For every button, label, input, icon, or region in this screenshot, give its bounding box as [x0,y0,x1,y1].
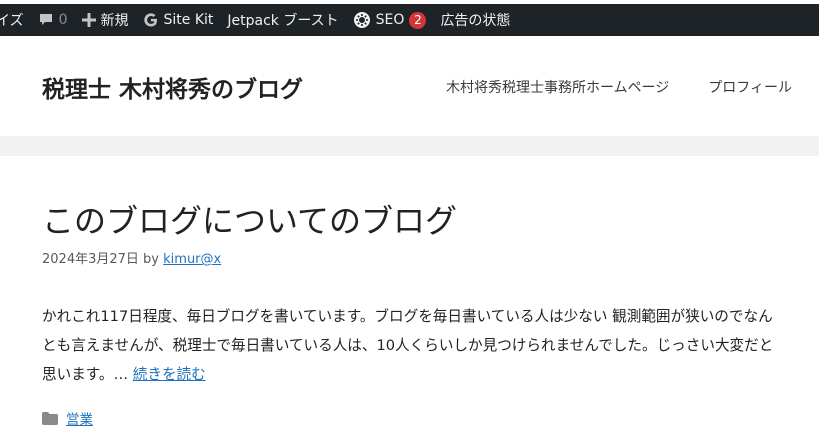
post-author-link[interactable]: kimur@x [163,252,221,267]
primary-nav: 木村将秀税理士事務所ホームページ プロフィール [446,77,792,97]
admin-sitekit[interactable]: Site Kit [136,4,221,36]
site-header: 税理士 木村将秀のブログ 木村将秀税理士事務所ホームページ プロフィール [0,36,819,136]
post-meta: 2024年3月27日 by kimur@x [42,248,221,267]
admin-new-label: 新規 [100,13,129,29]
post-excerpt: かれこれ117日程度、毎日ブログを書いています。ブログを毎日書いている人は少ない… [42,302,782,389]
admin-customize[interactable]: イズ [0,4,31,36]
site-title[interactable]: 税理士 木村将秀のブログ [42,70,303,104]
google-g-icon [143,12,159,28]
nav-item-office-home[interactable]: 木村将秀税理士事務所ホームページ [446,77,669,97]
admin-new[interactable]: 新規 [75,4,136,36]
category-link[interactable]: 営業 [66,408,93,428]
admin-sitekit-label: Site Kit [163,12,214,28]
post-title[interactable]: このブログについてのブログ [42,196,457,242]
admin-bar: イズ 0 新規 Site Kit Jetpack ブースト SEO 2 広告の状… [0,4,819,36]
read-more-link[interactable]: 続きを読む [133,366,206,383]
admin-ad-status[interactable]: 広告の状態 [433,4,517,36]
admin-comments[interactable]: 0 [31,4,75,36]
admin-seo[interactable]: SEO 2 [346,4,434,36]
plus-icon [81,13,96,27]
post-date[interactable]: 2024年3月27日 [42,252,139,267]
comment-icon [38,12,54,28]
post-article: このブログについてのブログ 2024年3月27日 by kimur@x かれこれ… [0,156,819,448]
admin-jetpack-label: Jetpack ブースト [227,13,339,29]
admin-seo-label: SEO [375,12,405,28]
comments-count: 0 [58,12,68,28]
nav-item-profile[interactable]: プロフィール [708,77,792,97]
admin-ad-status-label: 広告の状態 [440,13,511,29]
admin-customize-label: イズ [0,13,24,29]
seo-gear-icon [353,11,371,29]
admin-jetpack[interactable]: Jetpack ブースト [220,4,345,36]
post-categories: 営業 [42,408,93,428]
post-by: by [143,252,159,267]
folder-icon [42,411,58,425]
seo-notification-badge: 2 [409,11,427,29]
